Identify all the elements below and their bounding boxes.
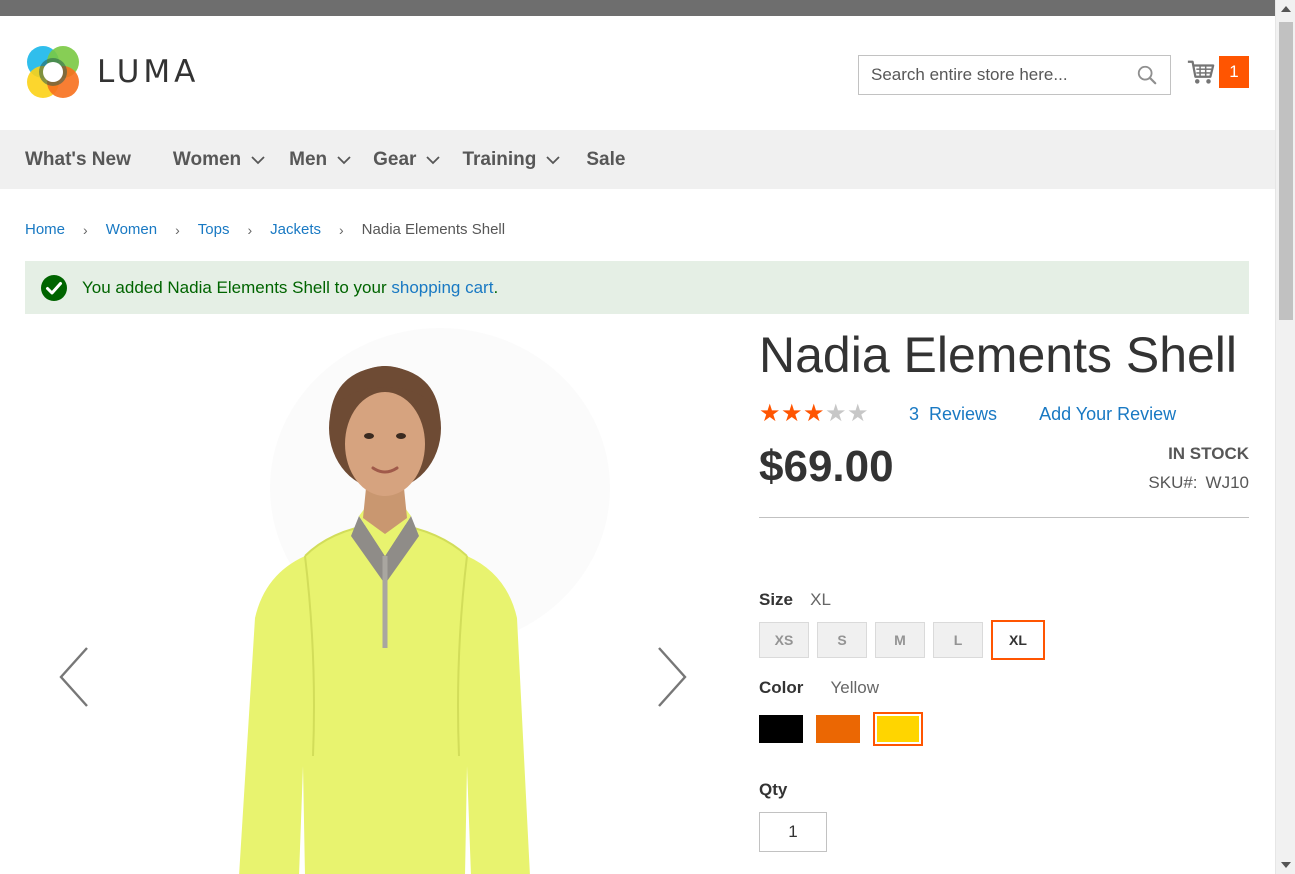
message-text: You added Nadia Elements Shell to your [82, 277, 392, 297]
check-circle-icon [41, 274, 67, 301]
search-box[interactable] [858, 55, 1171, 95]
rating-stars[interactable]: ★ ★ ★ ★ ★ [759, 402, 869, 426]
chevron-down-icon [426, 155, 441, 164]
nav-item-label: Men [289, 148, 328, 170]
size-option-xs[interactable]: XS [759, 622, 809, 658]
chevron-right-icon: › [247, 221, 253, 238]
reviews-link[interactable]: 3 Reviews [909, 404, 997, 425]
breadcrumb: Home › Women › Tops › Jackets › Nadia El… [25, 221, 505, 238]
scroll-down-arrow-icon[interactable] [1281, 862, 1291, 868]
nav-item-training[interactable]: Training [462, 149, 560, 171]
site-header: LUMA 1 [0, 16, 1275, 130]
nav-item-label: Training [462, 148, 537, 170]
qty-field: Qty [759, 780, 1249, 852]
search-icon[interactable] [1136, 64, 1158, 86]
add-review-link[interactable]: Add Your Review [1039, 404, 1176, 425]
main-navigation: What's New Women Men Gear Training Sale [0, 130, 1275, 189]
product-info: Nadia Elements Shell ★ ★ ★ ★ ★ 3 Reviews Add… [759, 320, 1249, 852]
nav-item-label: Sale [586, 148, 626, 170]
star-filled-icon: ★ [759, 400, 781, 427]
scrollbar-thumb[interactable] [1279, 22, 1293, 320]
logo-text: LUMA [97, 54, 200, 90]
qty-input[interactable] [759, 812, 827, 852]
color-swatches [759, 712, 1249, 746]
breadcrumb-jackets[interactable]: Jackets [270, 221, 321, 238]
sku-value: WJ10 [1205, 473, 1249, 492]
luma-logo-icon [27, 46, 79, 98]
size-selected-value: XL [810, 590, 831, 609]
qty-label: Qty [759, 780, 788, 799]
color-option-yellow-fill [877, 716, 919, 742]
chevron-right-icon: › [83, 221, 88, 238]
breadcrumb-current: Nadia Elements Shell [361, 221, 506, 238]
reviews-label: Reviews [929, 403, 998, 424]
chevron-down-icon [546, 155, 560, 164]
reviews-count: 3 [909, 403, 920, 424]
nav-item-men[interactable]: Men [289, 149, 351, 171]
star-filled-icon: ★ [781, 400, 803, 427]
cart-counter-badge[interactable]: 1 [1219, 56, 1249, 88]
browser-top-strip [0, 0, 1275, 16]
color-label: Color [759, 678, 804, 697]
product-gallery[interactable] [25, 328, 715, 874]
star-empty-icon: ★ [847, 400, 869, 427]
product-title: Nadia Elements Shell [759, 327, 1238, 383]
product-image [239, 366, 530, 874]
shopping-cart-link[interactable]: shopping cart [391, 278, 493, 298]
size-option-s[interactable]: S [817, 622, 867, 658]
nav-item-women[interactable]: Women [173, 149, 265, 171]
nav-item-label: What's New [25, 148, 131, 170]
star-filled-icon: ★ [803, 400, 825, 427]
price-stock-row: $69.00 In stock SKU#: WJ10 [759, 426, 1249, 518]
page-scrollbar[interactable] [1275, 0, 1295, 874]
size-option-xl[interactable]: XL [991, 620, 1045, 660]
luma-logo[interactable]: LUMA [25, 44, 199, 100]
shopping-cart-icon[interactable] [1186, 57, 1216, 87]
nav-item-label: Women [172, 148, 242, 170]
nav-item-whats-new[interactable]: What's New [25, 149, 131, 171]
chevron-right-icon: › [339, 221, 344, 238]
size-attribute: Size XL XS S M L XL [759, 590, 1249, 660]
chevron-down-icon [251, 155, 265, 164]
gallery-next-arrow-icon[interactable] [655, 646, 689, 708]
search-input[interactable] [871, 65, 1136, 85]
color-option-yellow[interactable] [873, 712, 923, 746]
nav-item-sale[interactable]: Sale [586, 149, 625, 171]
chevron-down-icon [337, 155, 351, 164]
size-label: Size [759, 590, 794, 609]
breadcrumb-tops[interactable]: Tops [198, 221, 230, 238]
scroll-up-arrow-icon[interactable] [1281, 6, 1291, 12]
nav-item-label: Gear [373, 148, 417, 170]
gallery-prev-arrow-icon[interactable] [57, 646, 91, 708]
sku-label: SKU#: [1148, 473, 1198, 492]
chevron-right-icon: › [175, 221, 180, 238]
nav-item-gear[interactable]: Gear [373, 148, 441, 171]
breadcrumb-home[interactable]: Home [25, 221, 65, 238]
minicart[interactable]: 1 [1186, 56, 1249, 88]
color-attribute: Color Yellow [759, 678, 1249, 746]
breadcrumb-women[interactable]: Women [106, 221, 157, 238]
color-selected-value: Yellow [830, 678, 880, 697]
color-option-orange[interactable] [816, 715, 860, 743]
color-option-black[interactable] [759, 715, 803, 743]
success-message: You added Nadia Elements Shell to your s… [25, 261, 1249, 314]
message-text-end: . [493, 277, 499, 297]
star-empty-icon: ★ [825, 400, 847, 427]
product-sku: SKU#: WJ10 [1148, 473, 1249, 493]
size-option-m[interactable]: M [875, 622, 925, 658]
size-option-l[interactable]: L [933, 622, 983, 658]
rating-summary: ★ ★ ★ ★ ★ 3 Reviews Add Your Review [759, 402, 1249, 426]
product-price: $69.00 [759, 442, 894, 491]
size-swatches: XS S M L XL [759, 620, 1249, 660]
stock-status: In stock [1168, 444, 1249, 463]
